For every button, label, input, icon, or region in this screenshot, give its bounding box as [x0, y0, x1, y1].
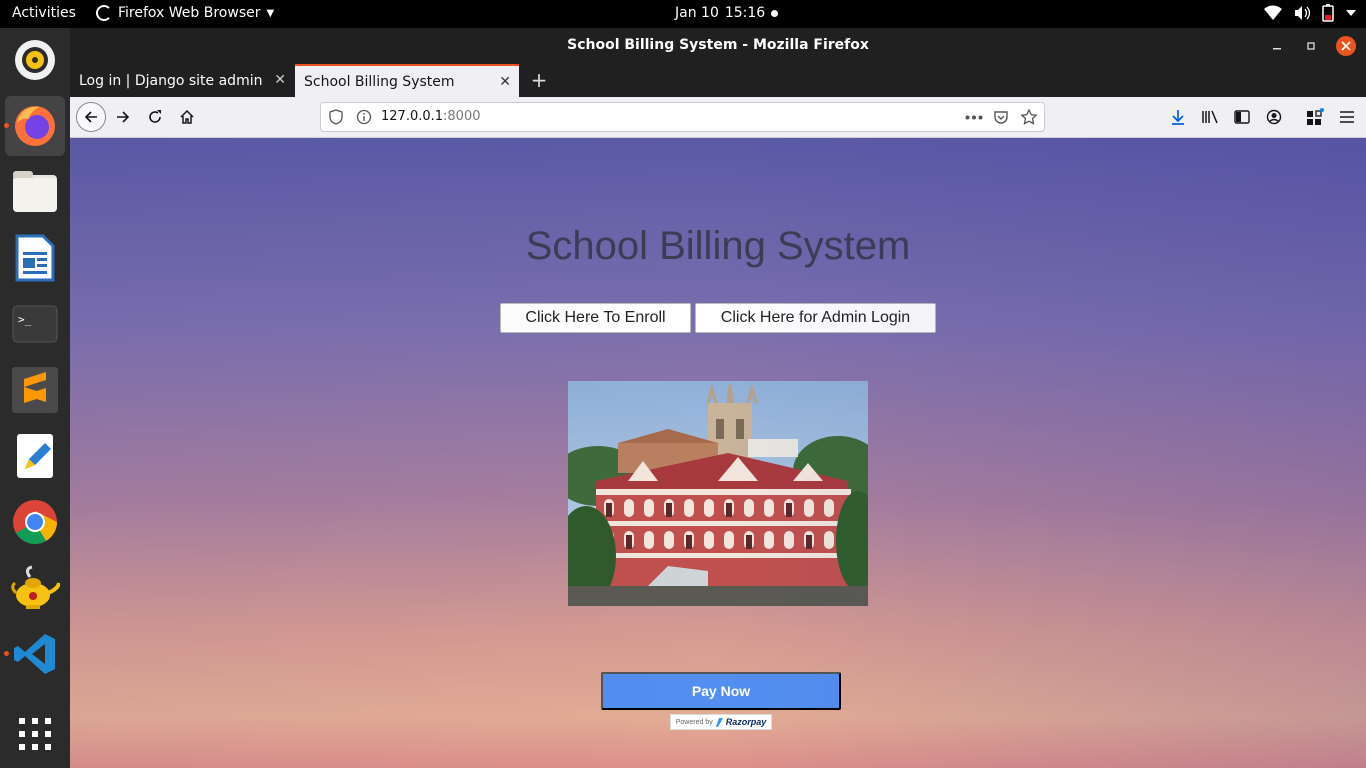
- close-icon: [1341, 41, 1351, 51]
- url-port: :8000: [443, 109, 481, 124]
- reload-button[interactable]: [143, 105, 167, 129]
- navigation-toolbar: 127.0.0.1:8000: [70, 97, 1366, 138]
- razorpay-brand-label: Razorpay: [725, 717, 767, 727]
- page-title: School Billing System: [525, 224, 911, 268]
- admin-login-button[interactable]: Click Here for Admin Login: [695, 303, 936, 333]
- forward-arrow-icon: [117, 111, 130, 123]
- back-arrow-icon: [84, 111, 97, 123]
- dock-show-applications[interactable]: [5, 704, 65, 764]
- wifi-icon: [1264, 5, 1282, 20]
- url-text[interactable]: 127.0.0.1:8000: [381, 109, 481, 124]
- window-titlebar[interactable]: School Billing System - Mozilla Firefox: [70, 28, 1366, 64]
- firefox-mini-icon: [96, 5, 112, 21]
- close-window-button[interactable]: [1336, 36, 1356, 56]
- top-bar: Activities Firefox Web Browser ▼ Jan 10 …: [0, 0, 1366, 28]
- bookmark-star-icon[interactable]: [1021, 109, 1037, 125]
- pocket-icon[interactable]: [993, 109, 1009, 125]
- minimize-button[interactable]: [1267, 36, 1287, 56]
- hamburger-menu-icon: [1340, 111, 1354, 123]
- back-button[interactable]: [76, 102, 106, 132]
- page-content: School Billing System Click Here To Enro…: [70, 138, 1366, 768]
- extensions-button[interactable]: [1303, 105, 1327, 129]
- app-menu-button[interactable]: [1335, 105, 1359, 129]
- libreoffice-writer-icon: [15, 234, 55, 282]
- tab-label: School Billing System: [304, 73, 455, 90]
- tab-close-icon[interactable]: ✕: [499, 74, 511, 90]
- url-host: 127.0.0.1: [381, 109, 444, 124]
- tab-label: Log in | Django site admin: [79, 72, 263, 89]
- site-info-icon[interactable]: [356, 109, 372, 125]
- forward-button[interactable]: [111, 105, 135, 129]
- home-button[interactable]: [175, 105, 199, 129]
- dock-sublime-text[interactable]: [5, 360, 65, 420]
- dock-files[interactable]: [5, 162, 65, 222]
- notification-dot-icon: [771, 9, 779, 17]
- shield-icon[interactable]: [329, 109, 343, 125]
- system-status-area[interactable]: [1264, 4, 1356, 22]
- dock-firefox[interactable]: [4, 96, 65, 156]
- minimize-icon: [1273, 48, 1281, 50]
- maximize-button[interactable]: [1301, 36, 1321, 56]
- firefox-window: School Billing System - Mozilla Firefox …: [70, 28, 1366, 768]
- dock-vscode[interactable]: [4, 624, 65, 684]
- download-icon: [1172, 110, 1184, 125]
- tab-school-billing[interactable]: School Billing System ✕: [295, 64, 519, 97]
- terminal-icon: >_: [12, 305, 58, 343]
- account-button[interactable]: [1262, 105, 1286, 129]
- powered-by-label: Powered by: [675, 718, 713, 726]
- window-title: School Billing System - Mozilla Firefox: [567, 37, 869, 53]
- app-menu[interactable]: Firefox Web Browser ▼: [96, 5, 274, 21]
- account-icon: [1266, 109, 1282, 125]
- clock[interactable]: Jan 10 15:16: [675, 5, 779, 21]
- extensions-icon: [1307, 108, 1324, 125]
- running-indicator: [4, 651, 9, 656]
- reload-icon: [149, 110, 161, 123]
- razorpay-badge: Powered by Razorpay: [670, 714, 772, 730]
- dock-rhythmbox[interactable]: [5, 30, 65, 90]
- dock-chrome[interactable]: [5, 492, 65, 552]
- library-icon: [1202, 110, 1218, 124]
- volume-icon: [1295, 6, 1310, 20]
- dock-terminal[interactable]: >_: [5, 294, 65, 354]
- school-building-image: [568, 381, 868, 606]
- home-icon: [180, 109, 194, 124]
- sidebar-button[interactable]: [1230, 105, 1254, 129]
- chevron-down-icon: ▼: [266, 7, 275, 19]
- files-icon: [13, 171, 57, 212]
- razorpay-logo-icon: [715, 717, 723, 727]
- firefox-icon: [15, 106, 55, 146]
- tab-close-icon[interactable]: ✕: [274, 72, 286, 88]
- chrome-icon: [13, 500, 57, 544]
- library-button[interactable]: [1198, 105, 1222, 129]
- clock-date: Jan 10: [675, 5, 719, 21]
- clock-time: 15:16: [724, 5, 766, 21]
- dock-text-editor[interactable]: [5, 426, 65, 486]
- dock-libreoffice-writer[interactable]: [5, 228, 65, 288]
- activities-button[interactable]: Activities: [12, 5, 76, 21]
- running-indicator: [4, 123, 9, 128]
- pay-now-button[interactable]: Pay Now: [601, 672, 841, 710]
- page-actions-icon[interactable]: [965, 115, 983, 120]
- system-menu-chevron-down-icon: [1346, 10, 1356, 16]
- new-tab-button[interactable]: +: [527, 68, 551, 92]
- sidebar-icon: [1234, 110, 1250, 124]
- show-apps-icon: [19, 718, 51, 750]
- genie-lamp-icon: [11, 565, 60, 609]
- enroll-button[interactable]: Click Here To Enroll: [500, 303, 691, 333]
- text-editor-icon: [17, 434, 53, 478]
- dock-genie[interactable]: [5, 558, 65, 618]
- vscode-icon: [14, 634, 55, 674]
- svg-text:>_: >_: [18, 313, 32, 326]
- sublime-text-icon: [12, 367, 58, 413]
- downloads-button[interactable]: [1166, 105, 1190, 129]
- maximize-icon: [1307, 42, 1315, 50]
- tab-strip: Log in | Django site admin ✕ School Bill…: [70, 64, 1366, 97]
- battery-icon: [1322, 4, 1334, 22]
- tab-django-admin[interactable]: Log in | Django site admin ✕: [70, 64, 294, 97]
- dock: >_: [0, 28, 70, 768]
- rhythmbox-icon: [15, 40, 55, 80]
- app-menu-label: Firefox Web Browser: [118, 5, 261, 21]
- url-bar[interactable]: 127.0.0.1:8000: [320, 102, 1045, 132]
